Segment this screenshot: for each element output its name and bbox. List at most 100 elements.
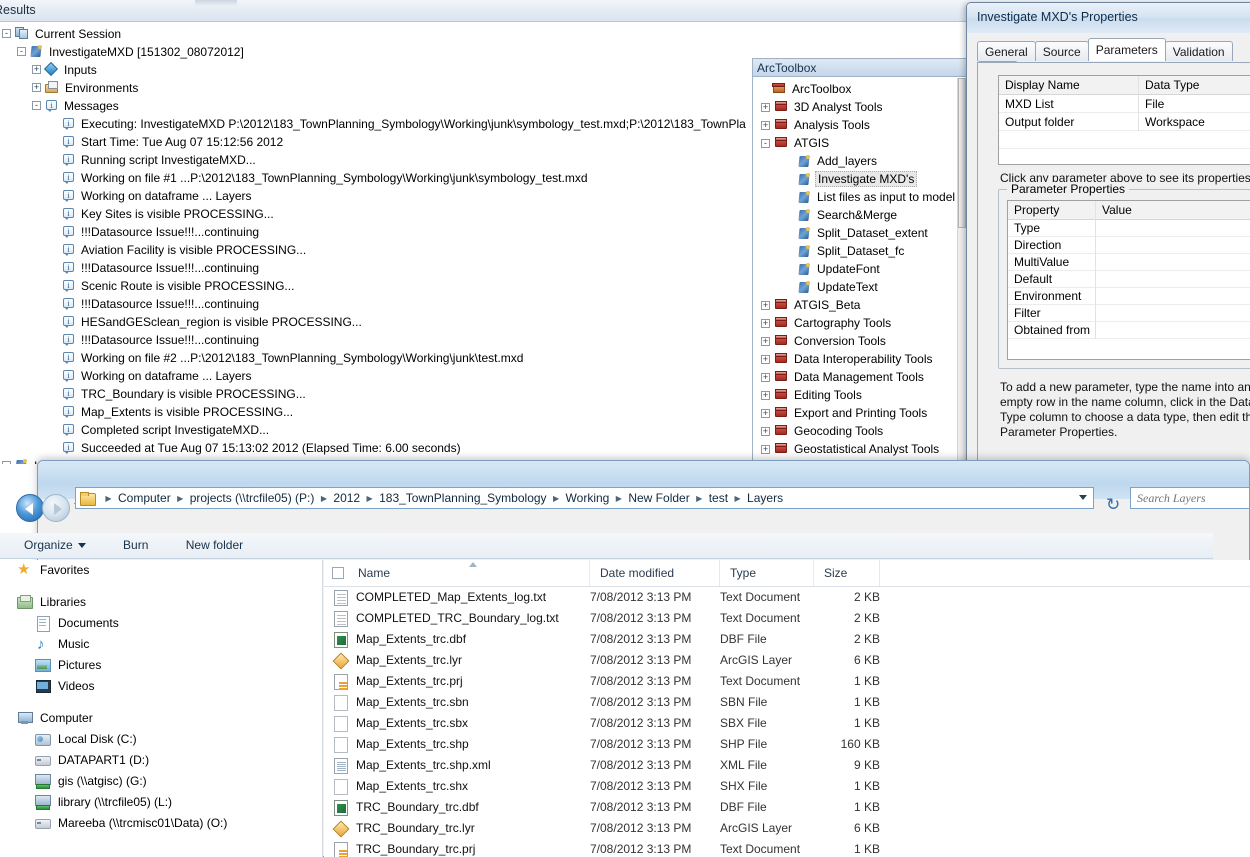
file-row[interactable]: Map_Extents_trc.sbn 7/08/2012 3:13 PM SBN …	[324, 692, 1250, 713]
tree-expander[interactable]: +	[761, 445, 770, 455]
toolbox-item[interactable]: + Analysis Tools	[755, 116, 958, 134]
nav-item[interactable]: Libraries	[1, 592, 322, 613]
tree-expander[interactable]: +	[761, 355, 770, 365]
tree-expander[interactable]: +	[32, 65, 41, 75]
toolbox-item[interactable]: UpdateText	[755, 278, 958, 296]
toolbox-item[interactable]: + ATGIS_Beta	[755, 296, 958, 314]
file-name[interactable]: Map_Extents_trc.lyr	[356, 650, 462, 671]
tab-parameters[interactable]: Parameters	[1087, 38, 1166, 61]
file-row[interactable]: COMPLETED_TRC_Boundary_log.txt 7/08/2012 …	[324, 608, 1250, 629]
parameter-properties-table[interactable]: Property Value Type Direction MultiValue Def…	[1007, 200, 1250, 360]
file-row[interactable]: Map_Extents_trc.shp.xml 7/08/2012 3:13 PM…	[324, 755, 1250, 776]
column-header-data-type[interactable]: Data Type	[1139, 76, 1250, 95]
tree-expander[interactable]: +	[761, 391, 770, 401]
tree-expander[interactable]: -	[2, 29, 11, 39]
toolbox-item[interactable]: UpdateFont	[755, 260, 958, 278]
breadcrumb-item[interactable]: test	[705, 488, 732, 508]
search-input[interactable]	[1131, 488, 1249, 508]
parameter-row[interactable]	[999, 131, 1250, 149]
scrollbar-thumb[interactable]	[958, 78, 966, 228]
file-name[interactable]: Map_Extents_trc.sbx	[356, 713, 468, 734]
nav-item[interactable]: Computer	[1, 708, 322, 729]
file-name[interactable]: COMPLETED_Map_Extents_log.txt	[356, 587, 546, 608]
file-name[interactable]: Map_Extents_trc.sbn	[356, 692, 469, 713]
address-bar[interactable]: ▶ Computer ▶ projects (\\trcfile05) (P:) ▶ 20…	[75, 487, 1094, 509]
tab-validation[interactable]: Validation	[1164, 41, 1233, 61]
breadcrumb-item[interactable]: Working	[562, 488, 614, 508]
back-button[interactable]	[16, 494, 44, 522]
breadcrumb-item[interactable]: Computer	[114, 488, 175, 508]
tree-expander[interactable]: +	[761, 121, 770, 131]
tree-expander[interactable]: +	[761, 301, 770, 311]
nav-item[interactable]: DATAPART1 (D:)	[1, 750, 322, 771]
parameter-display-name[interactable]: Output folder	[999, 113, 1139, 131]
parameter-row[interactable]	[999, 149, 1250, 167]
file-row[interactable]: TRC_Boundary_trc.prj 7/08/2012 3:13 PM Tex…	[324, 839, 1250, 857]
panel-grip-handle[interactable]	[195, 0, 237, 6]
parameter-property-row[interactable]: Filter	[1008, 305, 1250, 322]
breadcrumb-item[interactable]: Layers	[743, 488, 787, 508]
column-header-date-modified[interactable]: Date modified	[590, 560, 720, 586]
file-row[interactable]: TRC_Boundary_trc.dbf 7/08/2012 3:13 PM DBF…	[324, 797, 1250, 818]
parameter-data-type[interactable]: File	[1139, 95, 1250, 113]
tree-expander[interactable]: -	[32, 101, 41, 111]
file-name[interactable]: Map_Extents_trc.shp.xml	[356, 755, 491, 776]
dialog-titlebar[interactable]: Investigate MXD's Properties	[967, 3, 1250, 33]
breadcrumb-item[interactable]: projects (\\trcfile05) (P:)	[186, 488, 319, 508]
file-name[interactable]: TRC_Boundary_trc.prj	[356, 839, 475, 857]
tab-source[interactable]: Source	[1034, 41, 1089, 61]
refresh-button[interactable]	[1105, 495, 1123, 516]
parameter-data-type[interactable]: Workspace	[1139, 113, 1250, 131]
tree-expander[interactable]: +	[761, 409, 770, 419]
parameter-row[interactable]: MXD List File	[999, 95, 1250, 113]
arctoolbox-tree[interactable]: ArcToolbox +3D Analyst Tools + Analysis Too…	[755, 80, 958, 459]
nav-item[interactable]: Pictures	[1, 655, 322, 676]
toolbox-item[interactable]: - ATGIS	[755, 134, 958, 152]
forward-button[interactable]	[42, 494, 70, 522]
select-all-checkbox[interactable]	[332, 567, 344, 579]
parameter-property-row[interactable]: Direction	[1008, 237, 1250, 254]
nav-item[interactable]: Favorites	[1, 560, 322, 581]
tree-expander[interactable]: +	[761, 373, 770, 383]
burn-button[interactable]: Burn	[113, 533, 158, 557]
tree-expander[interactable]: +	[761, 103, 770, 113]
parameter-property-row[interactable]: Obtained from	[1008, 322, 1250, 339]
arctoolbox-scrollbar[interactable]	[957, 78, 966, 460]
toolbox-item[interactable]: + Geocoding Tools	[755, 422, 958, 440]
file-name[interactable]: COMPLETED_TRC_Boundary_log.txt	[356, 608, 559, 629]
toolbox-item[interactable]: List files as input to model	[755, 188, 958, 206]
address-dropdown-icon[interactable]	[1079, 495, 1087, 500]
new-folder-button[interactable]: New folder	[176, 533, 253, 557]
tree-expander[interactable]: -	[17, 47, 26, 57]
file-name[interactable]: Map_Extents_trc.shx	[356, 776, 468, 797]
file-name[interactable]: TRC_Boundary_trc.dbf	[356, 797, 479, 818]
parameter-property-row[interactable]: Environment	[1008, 288, 1250, 305]
file-name[interactable]: Map_Extents_trc.prj	[356, 671, 463, 692]
column-header-name[interactable]: Name	[348, 560, 590, 586]
file-name[interactable]: Map_Extents_trc.shp	[356, 734, 469, 755]
toolbox-item[interactable]: + Editing Tools	[755, 386, 958, 404]
tree-expander[interactable]: +	[761, 427, 770, 437]
tree-expander[interactable]: +	[32, 83, 41, 93]
file-row[interactable]: Map_Extents_trc.prj 7/08/2012 3:13 PM Text…	[324, 671, 1250, 692]
file-row[interactable]: Map_Extents_trc.sbx 7/08/2012 3:13 PM SBX …	[324, 713, 1250, 734]
file-row[interactable]: Map_Extents_trc.shx 7/08/2012 3:13 PM SHX …	[324, 776, 1250, 797]
tree-expander[interactable]: +	[761, 337, 770, 347]
nav-item[interactable]: Local Disk (C:)	[1, 729, 322, 750]
toolbox-item[interactable]: Split_Dataset_fc	[755, 242, 958, 260]
nav-item[interactable]: library (\\trcfile05) (L:)	[1, 792, 322, 813]
nav-item[interactable]: Music	[1, 634, 322, 655]
parameter-property-row[interactable]: Type	[1008, 220, 1250, 237]
tab-general[interactable]: General	[977, 41, 1036, 61]
parameter-display-name[interactable]: MXD List	[999, 95, 1139, 113]
file-list-body[interactable]: COMPLETED_Map_Extents_log.txt 7/08/2012 3…	[324, 587, 1250, 857]
tree-expander[interactable]: -	[2, 461, 11, 464]
column-header-size[interactable]: Size	[814, 560, 880, 586]
toolbox-item[interactable]: + Data Interoperability Tools	[755, 350, 958, 368]
tree-expander[interactable]: -	[761, 139, 770, 149]
toolbox-item[interactable]: Add_layers	[755, 152, 958, 170]
tree-expander[interactable]: +	[761, 319, 770, 329]
toolbox-item[interactable]: Split_Dataset_extent	[755, 224, 958, 242]
explorer-file-list[interactable]: Name Date modified Type Size COMPLETED_M…	[324, 560, 1250, 857]
file-row[interactable]: Map_Extents_trc.lyr 7/08/2012 3:13 PM ArcG…	[324, 650, 1250, 671]
